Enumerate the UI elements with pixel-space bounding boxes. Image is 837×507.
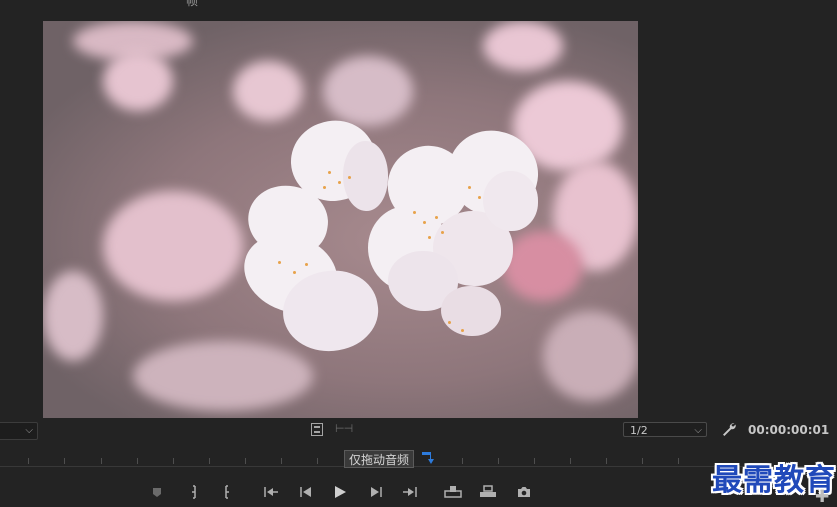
top-label-fragment: 帧 xyxy=(186,0,199,8)
add-marker-icon[interactable] xyxy=(152,484,162,500)
go-to-in-icon[interactable] xyxy=(263,484,279,500)
mark-in-icon[interactable] xyxy=(189,484,199,500)
chevron-down-icon: ⌵ xyxy=(694,425,702,436)
step-forward-icon[interactable] xyxy=(369,484,383,500)
playback-resolution-value: 1/2 xyxy=(630,424,648,437)
camera-icon[interactable] xyxy=(516,484,532,500)
go-to-out-icon[interactable] xyxy=(402,484,418,500)
program-monitor: 帧 xyxy=(0,0,837,418)
play-icon[interactable] xyxy=(333,484,347,500)
monitor-controls-row: ⌵ ⊢⊣ 1/2 ⌵ 00:00:00:01 xyxy=(0,418,837,442)
drag-audio-only-icon[interactable] xyxy=(420,451,436,465)
wrench-icon[interactable] xyxy=(721,421,737,437)
film-strip-icon[interactable] xyxy=(311,423,323,436)
step-back-icon[interactable] xyxy=(299,484,313,500)
mark-out-icon[interactable] xyxy=(222,484,232,500)
timecode-display[interactable]: 00:00:00:01 xyxy=(748,423,829,437)
playback-resolution-select[interactable]: 1/2 ⌵ xyxy=(623,422,707,437)
drag-audio-only-tooltip: 仅拖动音频 xyxy=(344,450,415,468)
audio-waveform-icon[interactable]: ⊢⊣ xyxy=(335,422,353,435)
chevron-down-icon: ⌵ xyxy=(25,425,33,436)
plus-icon[interactable]: ✚ xyxy=(815,487,829,507)
video-frame-preview[interactable] xyxy=(43,21,638,418)
overwrite-icon[interactable] xyxy=(479,484,497,500)
insert-icon[interactable] xyxy=(444,484,462,500)
fit-dropdown[interactable]: ⌵ xyxy=(0,422,38,440)
